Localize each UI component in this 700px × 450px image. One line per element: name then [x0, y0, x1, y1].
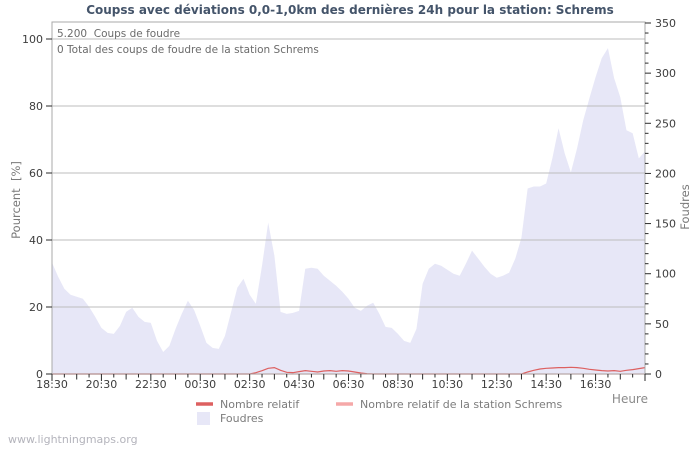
lightning-chart-page: 0 20 40 60 80 100 0 50 100 150 200 250 300 350 18:30 20… — [0, 0, 700, 450]
legend-label-nombre-relatif: Nombre relatif — [220, 398, 300, 411]
x-tick-label: 14:30 — [530, 378, 562, 391]
watermark: www.lightningmaps.org — [8, 433, 138, 446]
legend-label-foudres: Foudres — [220, 412, 264, 425]
x-tick-label: 12:30 — [481, 378, 513, 391]
x-axis-title: Heure — [612, 392, 648, 406]
y-left-tick-label: 20 — [29, 301, 43, 314]
x-tick-label: 04:30 — [283, 378, 315, 391]
y-right-axis-title: Foudres — [678, 184, 692, 229]
y-right-tick-label: 300 — [655, 67, 676, 80]
x-tick-label: 22:30 — [135, 378, 167, 391]
y-right-tick-label: 200 — [655, 167, 676, 180]
y-right-tick-label: 0 — [655, 368, 662, 381]
legend: Nombre relatif Nombre relatif de la stat… — [196, 398, 562, 425]
y-right-tick-label: 100 — [655, 268, 676, 281]
legend-label-nombre-relatif-station: Nombre relatif de la station Schrems — [360, 398, 562, 411]
x-tick-label: 00:30 — [184, 378, 216, 391]
y-left-tick-label: 40 — [29, 234, 43, 247]
x-tick-label: 20:30 — [86, 378, 118, 391]
chart-title: Coupss avec déviations 0,0-1,0km des der… — [86, 3, 614, 17]
x-tick-label: 16:30 — [580, 378, 612, 391]
lightning-strikes-chart: 02040608010005010015020025030035018:30 20… — [8, 3, 692, 446]
y-left-tick-label: 100 — [22, 33, 43, 46]
y-right-tick-label: 250 — [655, 117, 676, 130]
y-left-tick-label: 80 — [29, 100, 43, 113]
station-total-annotation: 0 Total des coups de foudre de la statio… — [57, 44, 319, 56]
y-left-tick-label: 60 — [29, 167, 43, 180]
y-right-tick-label: 350 — [655, 17, 676, 30]
total-strikes-annotation: 5.200 Coups de foudre — [57, 28, 180, 40]
legend-swatch-foudres — [197, 412, 210, 425]
x-tick-label: 02:30 — [234, 378, 266, 391]
foudres-area-series — [52, 48, 645, 374]
y-left-axis-title: Pourcent [%] — [9, 161, 23, 239]
x-tick-label: 06:30 — [333, 378, 365, 391]
y-right-tick-label: 150 — [655, 218, 676, 231]
y-right-tick-label: 50 — [655, 318, 669, 331]
x-tick-label: 18:30 — [36, 378, 68, 391]
x-tick-label: 10:30 — [431, 378, 463, 391]
x-tick-label: 08:30 — [382, 378, 414, 391]
